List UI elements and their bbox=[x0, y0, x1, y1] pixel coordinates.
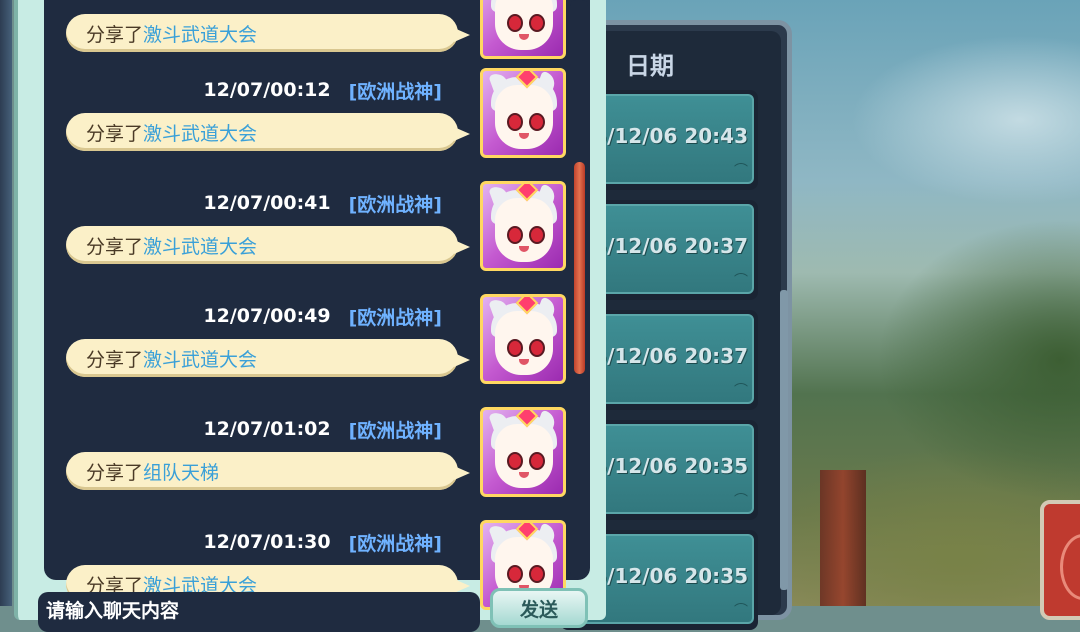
message-bubble: 分享了 激斗武道大会 bbox=[66, 226, 470, 264]
avatar-eye-left bbox=[507, 14, 523, 32]
date-text: 5/12/06 20:43 bbox=[593, 124, 748, 148]
message-bubble: 分享了 激斗武道大会 bbox=[66, 339, 470, 377]
date-list-scrollbar[interactable] bbox=[780, 290, 788, 590]
avatar-face bbox=[495, 424, 553, 488]
message-sender[interactable]: [欧洲战神] bbox=[349, 190, 442, 217]
message-time: 12/07/00:49 bbox=[203, 305, 331, 327]
avatar-eye-right bbox=[529, 113, 545, 131]
avatar-eye-right bbox=[529, 339, 545, 357]
avatar-eye-left bbox=[507, 339, 523, 357]
avatar-face bbox=[495, 85, 553, 149]
chat-scrollbar-thumb[interactable] bbox=[574, 162, 585, 374]
avatar-eye-left bbox=[507, 226, 523, 244]
shared-link[interactable]: 激斗武道大会 bbox=[143, 119, 257, 146]
shared-link[interactable]: 组队天梯 bbox=[143, 458, 219, 485]
sender-avatar[interactable] bbox=[480, 294, 566, 384]
message-bubble: 分享了 组队天梯 bbox=[66, 452, 470, 490]
corner-curl-icon: ⌒ bbox=[734, 273, 748, 289]
message-meta: 12/07/01:30 [欧洲战神] bbox=[203, 529, 442, 556]
shared-link[interactable]: 激斗武道大会 bbox=[143, 20, 257, 47]
sender-avatar[interactable] bbox=[480, 0, 566, 59]
chat-message: 12/07/00:41 [欧洲战神] 分享了 激斗武道大会 bbox=[66, 181, 566, 291]
swirl-pattern-icon bbox=[1060, 534, 1080, 600]
message-sender[interactable]: [欧洲战神] bbox=[349, 303, 442, 330]
message-verb: 分享了 bbox=[86, 235, 144, 258]
red-menu-card[interactable] bbox=[1040, 500, 1080, 620]
message-time: 12/07/01:02 bbox=[203, 418, 331, 440]
message-time: 12/07/00:41 bbox=[203, 192, 331, 214]
chat-panel-left-edge bbox=[0, 0, 12, 606]
avatar-eye-right bbox=[529, 226, 545, 244]
date-text: 5/12/06 20:37 bbox=[593, 344, 748, 368]
message-meta bbox=[424, 0, 442, 3]
message-verb: 分享了 bbox=[86, 122, 144, 145]
avatar-eye-left bbox=[507, 113, 523, 131]
message-sender[interactable]: [欧洲战神] bbox=[349, 529, 442, 556]
sender-avatar[interactable] bbox=[480, 407, 566, 497]
message-verb: 分享了 bbox=[86, 348, 144, 371]
corner-curl-icon: ⌒ bbox=[734, 163, 748, 179]
message-time: 12/07/00:12 bbox=[203, 79, 331, 101]
chat-message: 12/07/01:02 [欧洲战神] 分享了 组队天梯 bbox=[66, 407, 566, 517]
message-meta: 12/07/01:02 [欧洲战神] bbox=[203, 416, 442, 443]
chat-input[interactable]: 请输入聊天内容 bbox=[38, 592, 480, 632]
message-verb: 分享了 bbox=[86, 461, 144, 484]
message-meta: 12/07/00:49 [欧洲战神] bbox=[203, 303, 442, 330]
background-red-pillar bbox=[820, 470, 866, 606]
chat-message: 12/07/00:12 [欧洲战神] 分享了 激斗武道大会 bbox=[66, 68, 566, 178]
sender-avatar[interactable] bbox=[480, 68, 566, 158]
message-bubble: 分享了 激斗武道大会 bbox=[66, 113, 470, 151]
message-meta: 12/07/00:41 [欧洲战神] bbox=[203, 190, 442, 217]
message-sender[interactable]: [欧洲战神] bbox=[349, 77, 442, 104]
sender-avatar[interactable] bbox=[480, 181, 566, 271]
date-text: 5/12/06 20:37 bbox=[593, 234, 748, 258]
corner-curl-icon: ⌒ bbox=[734, 603, 748, 619]
avatar-eye-right bbox=[529, 452, 545, 470]
avatar-face bbox=[495, 311, 553, 375]
corner-curl-icon: ⌒ bbox=[734, 493, 748, 509]
date-column-header: 日期 bbox=[626, 51, 674, 80]
message-meta: 12/07/00:12 [欧洲战神] bbox=[203, 77, 442, 104]
avatar-face bbox=[495, 198, 553, 262]
message-verb: 分享了 bbox=[86, 23, 144, 46]
avatar-eye-left bbox=[507, 452, 523, 470]
message-sender[interactable]: [欧洲战神] bbox=[349, 416, 442, 443]
message-time: 12/07/01:30 bbox=[203, 531, 331, 553]
date-text: 5/12/06 20:35 bbox=[593, 454, 748, 478]
date-text: 5/12/06 20:35 bbox=[593, 564, 748, 588]
avatar-eye-left bbox=[507, 565, 523, 583]
corner-curl-icon: ⌒ bbox=[734, 383, 748, 399]
send-button[interactable]: 发送 bbox=[490, 588, 588, 628]
avatar-eye-right bbox=[529, 14, 545, 32]
avatar-eye-right bbox=[529, 565, 545, 583]
shared-link[interactable]: 激斗武道大会 bbox=[143, 345, 257, 372]
chat-message: 12/07/00:49 [欧洲战神] 分享了 激斗武道大会 bbox=[66, 294, 566, 404]
message-bubble: 分享了 激斗武道大会 bbox=[66, 14, 470, 52]
shared-link[interactable]: 激斗武道大会 bbox=[143, 232, 257, 259]
